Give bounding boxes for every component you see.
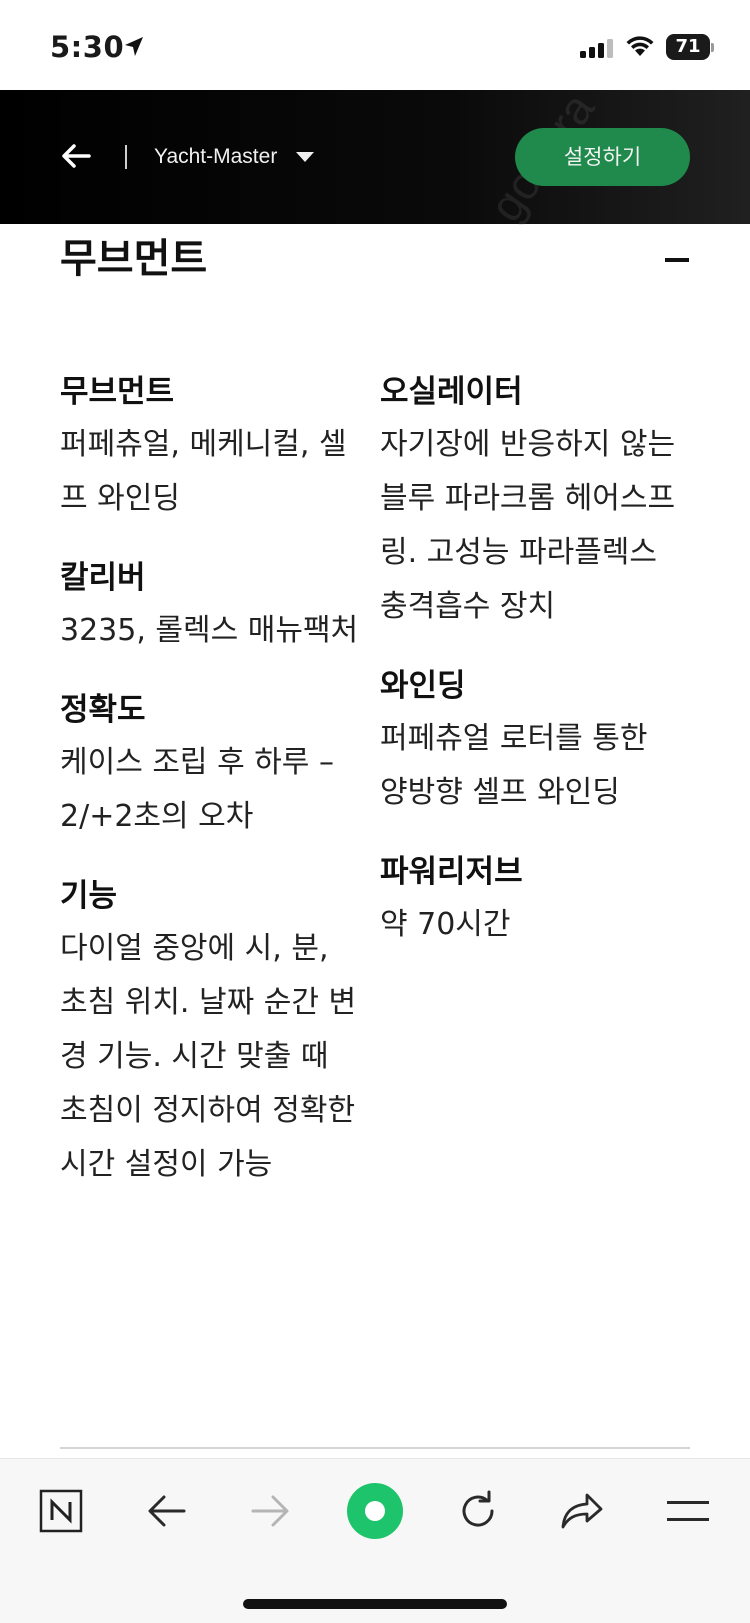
section-divider — [60, 1447, 690, 1449]
spec-value: 케이스 조립 후 하루 –2/+2초의 오차 — [60, 745, 334, 834]
spec-label: 칼리버 — [60, 560, 146, 596]
spec-item: 칼리버 3235, 롤렉스 매뉴팩처 — [60, 556, 360, 658]
spec-label: 오실레이터 — [380, 374, 523, 410]
spec-value: 퍼페츄얼, 메케니컬, 셀프 와인딩 — [60, 427, 347, 516]
menu-icon — [667, 1501, 709, 1521]
back-button[interactable] — [56, 136, 96, 176]
back-arrow-icon — [148, 1495, 186, 1527]
spec-item: 오실레이터 자기장에 반응하지 않는 블루 파라크롬 헤어스프링. 고성능 파라… — [380, 370, 680, 634]
spec-label: 파워리저브 — [380, 854, 523, 890]
spec-item: 무브먼트 퍼페츄얼, 메케니컬, 셀프 와인딩 — [60, 370, 360, 526]
spec-column-left: 무브먼트 퍼페츄얼, 메케니컬, 셀프 와인딩 칼리버 3235, 롤렉스 매뉴… — [60, 370, 360, 1222]
naver-n-icon — [39, 1489, 83, 1533]
spec-value: 자기장에 반응하지 않는 블루 파라크롬 헤어스프링. 고성능 파라플렉스 충격… — [380, 427, 676, 624]
browser-forward-button[interactable] — [240, 1481, 300, 1541]
header-divider — [125, 145, 127, 169]
spec-value: 퍼페츄얼 로터를 통한 양방향 셀프 와인딩 — [380, 721, 648, 810]
section-title: 무브먼트 — [60, 236, 208, 282]
spec-value: 약 70시간 — [380, 907, 511, 942]
arrow-left-icon — [62, 144, 91, 168]
battery-level: 71 — [675, 36, 701, 57]
spec-value: 3235, 롤렉스 매뉴팩처 — [60, 613, 359, 648]
battery-icon: 71 — [666, 34, 714, 60]
spec-item: 와인딩 퍼페츄얼 로터를 통한 양방향 셀프 와인딩 — [380, 664, 680, 820]
home-indicator[interactable] — [243, 1599, 507, 1609]
setup-button[interactable]: 설정하기 — [515, 128, 690, 186]
browser-toolbar — [0, 1458, 750, 1623]
status-time: 5:30 — [50, 30, 125, 64]
status-bar: 5:30 71 — [0, 0, 750, 90]
location-arrow-icon — [125, 37, 143, 56]
browser-back-button[interactable] — [137, 1481, 197, 1541]
spec-label: 기능 — [60, 878, 118, 914]
spec-value: 다이얼 중앙에 시, 분, 초침 위치. 날짜 순간 변경 기능. 시간 맞출 … — [60, 931, 357, 1182]
share-button[interactable] — [552, 1481, 612, 1541]
model-label: Yacht-Master — [154, 145, 278, 168]
spec-label: 정확도 — [60, 692, 146, 728]
reload-button[interactable] — [448, 1481, 508, 1541]
spec-item: 정확도 케이스 조립 후 하루 –2/+2초의 오차 — [60, 688, 360, 844]
green-circle-icon — [347, 1483, 403, 1539]
share-icon — [561, 1493, 603, 1529]
spec-label: 와인딩 — [380, 668, 466, 704]
wifi-icon — [626, 36, 654, 56]
spec-item: 기능 다이얼 중앙에 시, 분, 초침 위치. 날짜 순간 변경 기능. 시간 … — [60, 874, 360, 1192]
product-header: gonara Yacht-Master 설정하기 — [0, 83, 750, 231]
naver-home-button[interactable] — [31, 1481, 91, 1541]
reload-icon — [462, 1490, 494, 1527]
forward-arrow-icon — [251, 1495, 289, 1527]
spec-label: 무브먼트 — [60, 374, 175, 410]
spec-column-right: 오실레이터 자기장에 반응하지 않는 블루 파라크롬 헤어스프링. 고성능 파라… — [380, 370, 680, 982]
cellular-signal-icon — [580, 39, 613, 58]
green-dot-button[interactable] — [345, 1481, 405, 1541]
minus-icon[interactable] — [665, 258, 689, 262]
menu-button[interactable] — [658, 1481, 718, 1541]
caret-down-icon — [296, 152, 315, 162]
spec-item: 파워리저브 약 70시간 — [380, 850, 680, 952]
model-dropdown[interactable]: Yacht-Master — [154, 140, 315, 174]
